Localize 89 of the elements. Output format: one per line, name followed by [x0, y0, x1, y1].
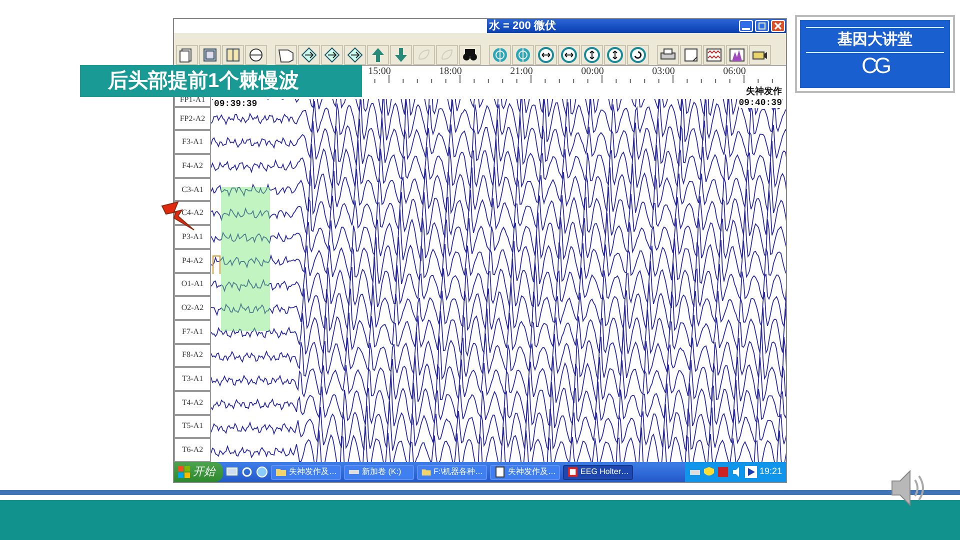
toolbar-button[interactable]	[275, 45, 297, 65]
target-icon	[492, 47, 508, 63]
channel-label: F7-A1	[174, 320, 211, 344]
start-button[interactable]: 开始	[174, 462, 223, 482]
columns-icon	[225, 47, 241, 63]
window-icon	[202, 47, 218, 63]
channel-label: F3-A1	[174, 130, 211, 154]
toolbar-button[interactable]	[627, 45, 649, 65]
time-label: 03:00	[651, 66, 676, 79]
taskbar-button[interactable]: 失神发作及…	[271, 464, 341, 480]
bar-chart-icon	[729, 47, 745, 63]
toolbar-button[interactable]	[604, 45, 626, 65]
target-icon	[515, 47, 531, 63]
toolbar-button[interactable]	[199, 45, 221, 65]
toolbar-button[interactable]	[749, 45, 771, 65]
toolbar-button[interactable]	[558, 45, 580, 65]
restore-icon	[757, 21, 767, 31]
waveform-icon	[706, 47, 722, 63]
channel-label: T4-A2	[174, 390, 211, 415]
shield-icon	[703, 466, 716, 478]
toolbar-button[interactable]	[245, 45, 267, 65]
loop-icon	[630, 47, 646, 63]
clock: 19:21	[759, 465, 782, 478]
channel-label: O1-A1	[174, 272, 211, 296]
window-title: 水 = 200 微伏	[488, 19, 556, 33]
folder-icon	[275, 466, 287, 478]
channel-label: F8-A2	[174, 344, 211, 368]
toolbar-button[interactable]	[657, 45, 679, 65]
toolbar-button[interactable]	[581, 45, 603, 65]
toolbar-button[interactable]	[222, 45, 244, 65]
taskbar-button[interactable]: EEG Holter…	[563, 464, 633, 480]
vertical-arrows-icon	[607, 47, 623, 63]
event-label: 失神发作	[746, 87, 782, 97]
up-arrow-icon	[370, 47, 386, 63]
horizontal-arrows-icon	[561, 47, 577, 63]
app-icon	[567, 466, 579, 478]
logo-monogram: CG	[862, 53, 888, 79]
vertical-arrows-icon	[584, 47, 600, 63]
minimize-icon	[742, 28, 750, 30]
globe-icon	[256, 466, 268, 478]
channel-label: C3-A1	[174, 178, 211, 202]
time-label: 15:00	[367, 66, 392, 79]
end-time: 09:40:39	[738, 98, 782, 108]
calibration-marker	[212, 255, 222, 275]
time-label: 00:00	[580, 66, 605, 79]
maximize-button[interactable]	[755, 20, 769, 32]
antivirus-icon	[717, 466, 730, 478]
binoculars-icon	[462, 47, 478, 63]
close-button[interactable]	[771, 20, 785, 32]
close-icon	[773, 21, 783, 31]
toolbar-button[interactable]	[535, 45, 557, 65]
channel-label: T5-A1	[174, 414, 211, 438]
toolbar-button[interactable]	[321, 45, 343, 65]
page-icon	[683, 47, 699, 63]
toolbar-button[interactable]	[680, 45, 702, 65]
channel-label: P3-A1	[174, 225, 211, 249]
channel-label: T6-A2	[174, 438, 211, 462]
diamond-arrow-icon	[301, 47, 317, 63]
desktop-icon	[226, 466, 238, 478]
horizontal-arrows-icon	[538, 47, 554, 63]
channel-label: T3-A1	[174, 367, 211, 391]
diamond-arrow-icon	[324, 47, 340, 63]
channel-label: O2-A2	[174, 296, 211, 320]
globe-icon	[248, 47, 264, 63]
toolbar-button[interactable]	[176, 45, 198, 65]
time-label: 06:00	[722, 66, 747, 79]
taskbar-button[interactable]: F:\机器各种…	[417, 464, 487, 480]
logo-text: 基因大讲堂	[806, 27, 944, 53]
time-label: 18:00	[438, 66, 463, 79]
time-label: 21:00	[509, 66, 534, 79]
start-time: 09:39:39	[214, 99, 258, 109]
refresh-icon	[241, 466, 253, 478]
down-arrow-icon	[393, 47, 409, 63]
play-icon	[745, 466, 758, 478]
toolbar-button[interactable]	[726, 45, 748, 65]
taskbar-button[interactable]: 新加卷 (K:)	[344, 464, 414, 480]
diamond-arrow-icon	[347, 47, 363, 63]
toolbar-button[interactable]	[703, 45, 725, 65]
toolbar-button[interactable]	[344, 45, 366, 65]
channel-label: FP2-A2	[174, 106, 211, 130]
minimize-button[interactable]	[739, 20, 753, 32]
toolbar-button[interactable]	[459, 45, 481, 65]
channel-label: F4-A2	[174, 154, 211, 178]
caption-banner: 后头部提前1个棘慢波	[80, 65, 362, 97]
document-icon	[494, 466, 506, 478]
channel-label: P4-A2	[174, 248, 211, 272]
windows-logo-icon	[178, 466, 190, 478]
toolbar-button[interactable]	[298, 45, 320, 65]
taskbar-button[interactable]: 失神发作及…	[490, 464, 560, 480]
